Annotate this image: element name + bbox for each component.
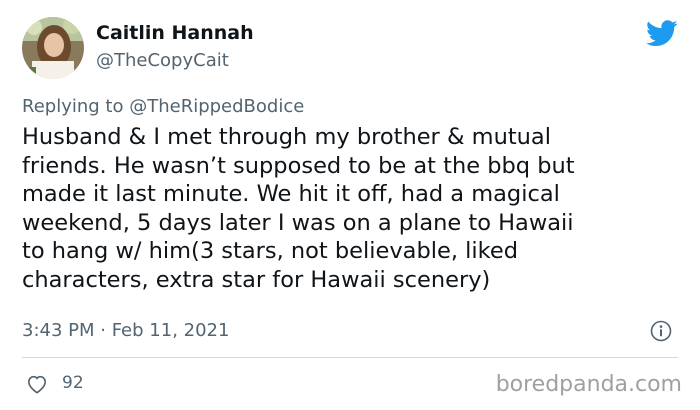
- tweet-line: made it last minute. We hit it off, had …: [22, 181, 560, 207]
- tweet-line: characters, extra star for Hawaii scener…: [22, 266, 491, 293]
- author-handle[interactable]: @TheCopyCait: [96, 50, 229, 71]
- author-name[interactable]: Caitlin Hannah: [96, 22, 254, 44]
- tweet-timestamp[interactable]: 3:43 PM · Feb 11, 2021: [22, 320, 229, 341]
- tweet-text: Husband & I met through my brother & mut…: [22, 123, 682, 294]
- info-icon[interactable]: [650, 320, 672, 342]
- watermark: boredpanda.com: [495, 372, 682, 397]
- like-count: 92: [62, 373, 84, 393]
- tweet-line: Husband & I met through my brother & mut…: [22, 124, 551, 150]
- twitter-bird-icon: [646, 20, 678, 47]
- tweet-line: weekend, 5 days later I was on a plane t…: [22, 209, 574, 236]
- reply-mention-link[interactable]: @TheRippedBodice: [129, 96, 304, 117]
- avatar[interactable]: [22, 17, 84, 79]
- heart-icon[interactable]: [26, 374, 48, 394]
- reply-prefix: Replying to: [22, 96, 124, 117]
- tweet-line: to hang w/ him(3 stars, not believable, …: [22, 238, 519, 264]
- divider: [22, 357, 678, 358]
- tweet-card: Caitlin Hannah @TheCopyCait Replying to …: [0, 0, 700, 410]
- reply-context: Replying to @TheRippedBodice: [22, 96, 304, 117]
- tweet-line: friends. He wasn’t supposed to be at the…: [22, 152, 575, 179]
